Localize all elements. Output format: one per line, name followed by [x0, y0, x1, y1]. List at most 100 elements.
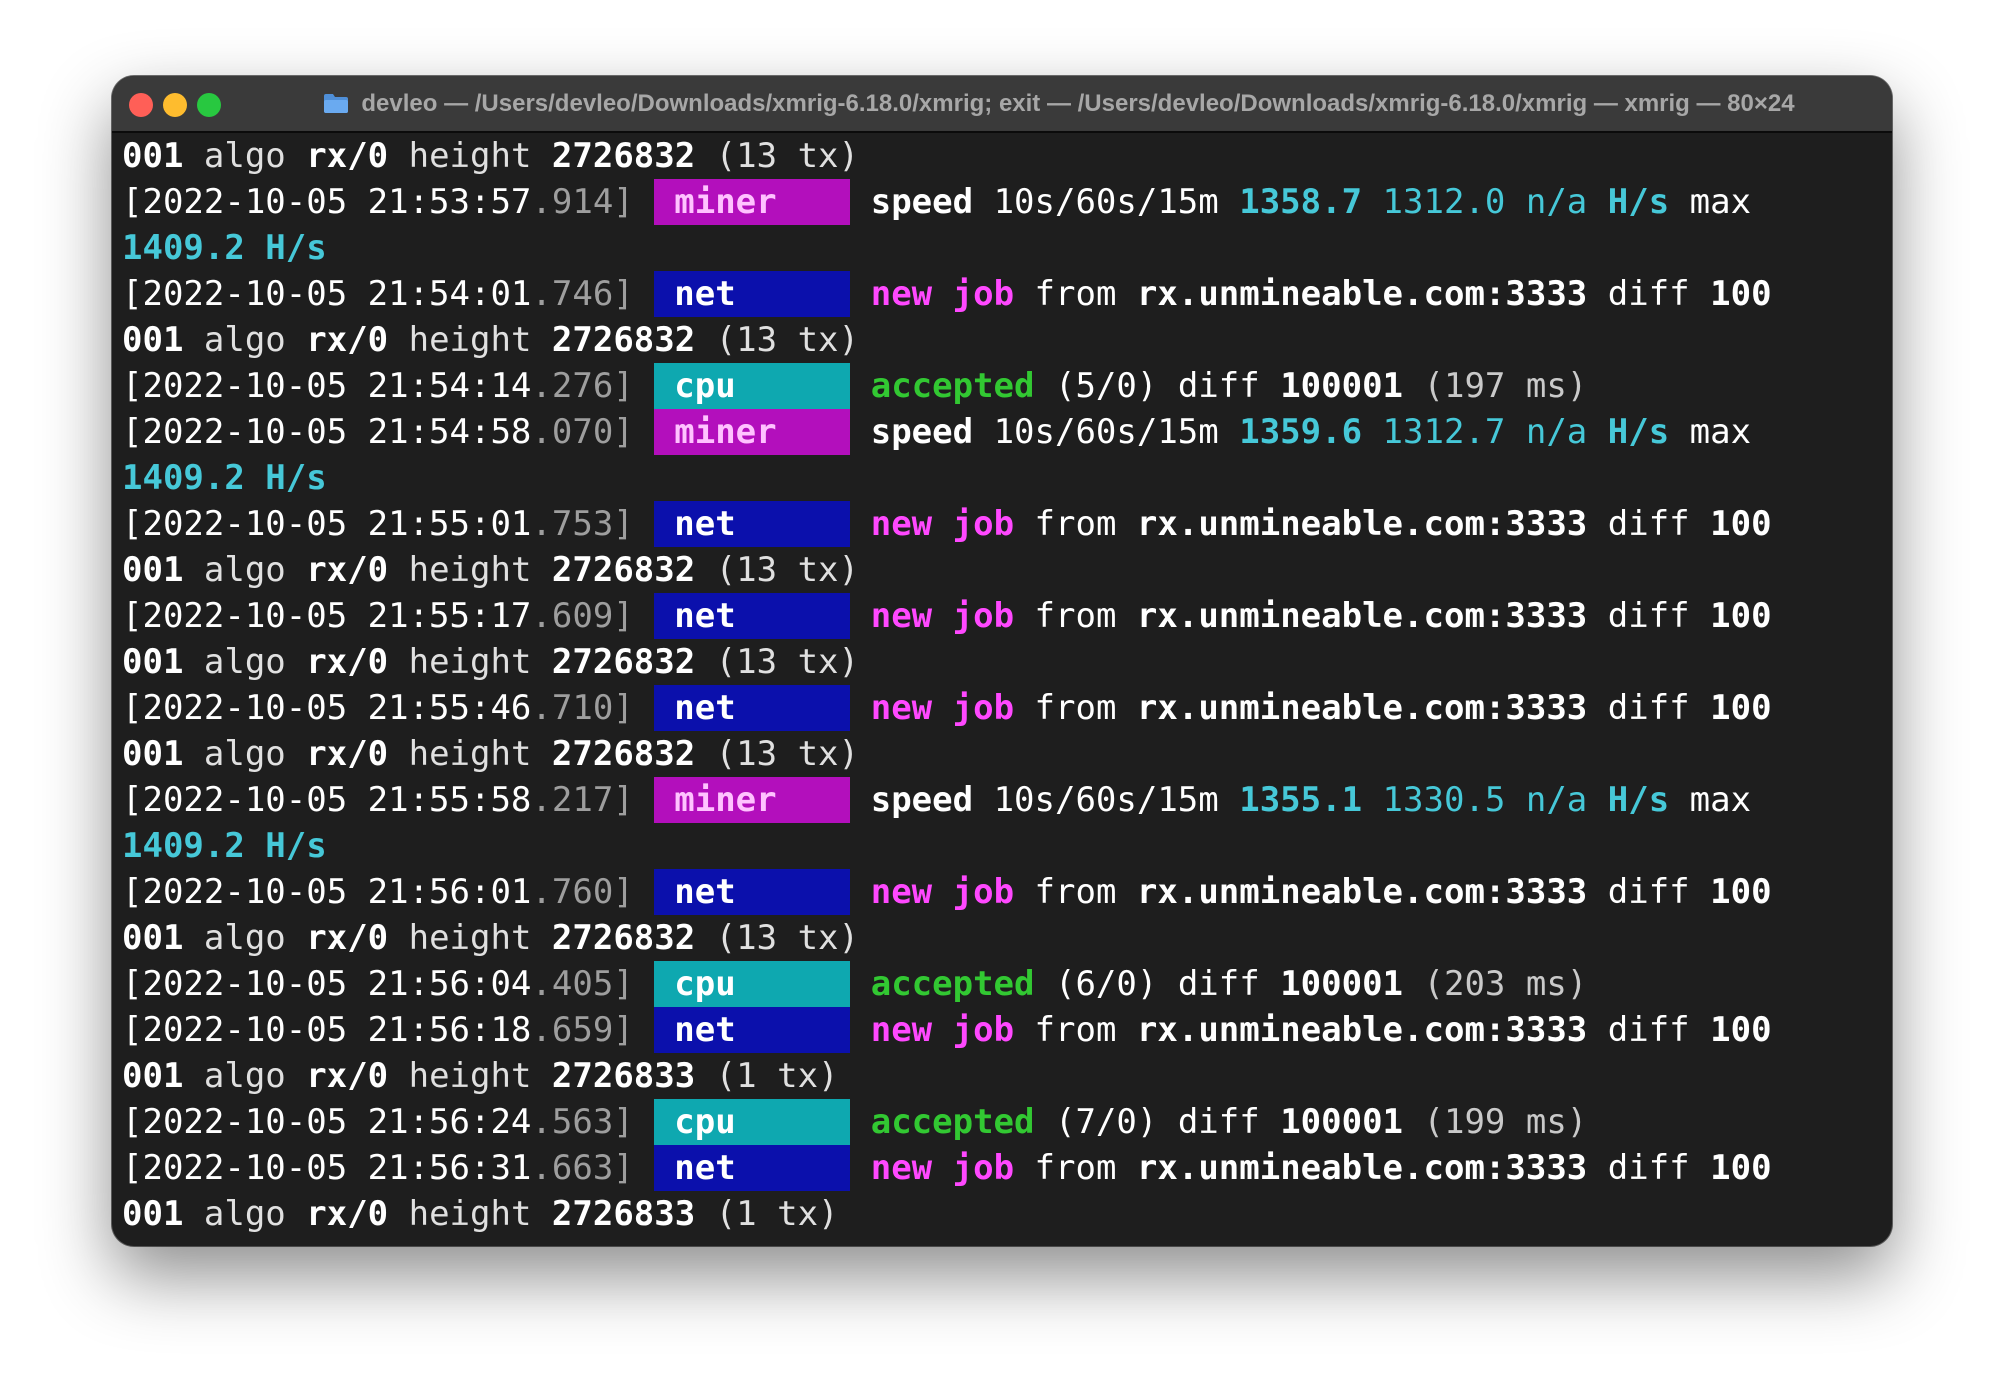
from-label: from [1034, 872, 1117, 912]
log-line: 001 algo rx/0 height 2726832 (13 tx) [122, 639, 1890, 685]
algo-word: 001 [122, 136, 204, 176]
hashrate-60s: 1330.5 [1382, 780, 1506, 820]
log-line: 1409.2 H/s [122, 455, 1890, 501]
algo-word: algo [203, 1056, 307, 1096]
log-line: [2022-10-05 21:54:14.276] cpu accepted (… [122, 363, 1890, 409]
log-line: [2022-10-05 21:55:01.753] net new job fr… [122, 501, 1890, 547]
algo-word: 2726832 [551, 642, 716, 682]
accepted-label: accepted [870, 366, 1035, 406]
close-button[interactable] [129, 93, 153, 117]
from-label: from [1034, 274, 1117, 314]
terminal-output[interactable]: 001 algo rx/0 height 2726832 (13 tx) [202… [122, 133, 1890, 1241]
algo-word: tx) [797, 918, 859, 958]
diff-value: 100001 [1280, 1102, 1404, 1142]
log-line: [2022-10-05 21:55:58.217] miner speed 10… [122, 777, 1890, 823]
log-timestamp: [2022-10-05 21:55:17 [122, 596, 532, 636]
diff-value: 100 [1710, 504, 1772, 544]
log-line: 001 algo rx/0 height 2726833 (1 tx) [122, 1191, 1890, 1237]
algo-word: 001 [122, 918, 204, 958]
algo-word: 2726833 [551, 1194, 716, 1234]
log-line: [2022-10-05 21:54:01.746] net new job fr… [122, 271, 1890, 317]
log-line: [2022-10-05 21:56:31.663] net new job fr… [122, 1145, 1890, 1191]
log-timestamp-ms: .760] [531, 872, 634, 912]
job-label: job [952, 504, 1015, 544]
accepted-label: accepted [870, 1102, 1035, 1142]
diff-label: diff [1177, 366, 1260, 406]
minimize-button[interactable] [163, 93, 187, 117]
new-label: new [870, 688, 933, 728]
log-tag-net: net [654, 271, 851, 317]
algo-word: tx) [797, 642, 859, 682]
max-hashrate-continued: 1409.2 H/s [122, 458, 327, 498]
log-timestamp-ms: .746] [531, 274, 634, 314]
log-tag-cpu: cpu [654, 1099, 851, 1145]
log-timestamp: [2022-10-05 21:56:18 [122, 1010, 532, 1050]
from-label: from [1034, 1010, 1117, 1050]
algo-word: tx) [777, 1194, 839, 1234]
algo-word: rx/0 [306, 1194, 409, 1234]
terminal-window: devleo — /Users/devleo/Downloads/xmrig-6… [112, 76, 1892, 1246]
algo-word: height [408, 320, 552, 360]
log-timestamp-ms: .217] [531, 780, 634, 820]
algo-line-text: 001 algo rx/0 height 2726833 (1 tx) [122, 1194, 839, 1234]
job-label: job [952, 1010, 1015, 1050]
algo-word: algo [203, 734, 307, 774]
new-label: new [870, 504, 933, 544]
log-tag-net: net [654, 1007, 851, 1053]
title-bar[interactable]: devleo — /Users/devleo/Downloads/xmrig-6… [112, 76, 1892, 133]
log-timestamp-ms: .276] [531, 366, 634, 406]
pool-address: rx.unmineable.com:3333 [1136, 1010, 1588, 1050]
algo-word: 001 [122, 642, 204, 682]
algo-word: tx) [797, 550, 859, 590]
diff-value: 100 [1710, 872, 1772, 912]
log-timestamp-ms: .070] [531, 412, 634, 452]
hashrate-unit: H/s [1607, 412, 1670, 452]
zoom-button[interactable] [197, 93, 221, 117]
log-tag-miner: miner [654, 777, 851, 823]
diff-value: 100 [1710, 1010, 1772, 1050]
algo-word: height [408, 1194, 552, 1234]
log-line: 001 algo rx/0 height 2726832 (13 tx) [122, 133, 1890, 179]
algo-word: tx) [797, 136, 859, 176]
algo-word: height [408, 550, 552, 590]
log-line: 001 algo rx/0 height 2726833 (1 tx) [122, 1053, 1890, 1099]
algo-word: 001 [122, 734, 204, 774]
log-line: 001 algo rx/0 height 2726832 (13 tx) [122, 731, 1890, 777]
job-label: job [952, 1148, 1015, 1188]
log-line: [2022-10-05 21:56:24.563] cpu accepted (… [122, 1099, 1890, 1145]
log-line: 1409.2 H/s [122, 225, 1890, 271]
hashrate-10s: 1355.1 [1239, 780, 1363, 820]
diff-value: 100 [1710, 688, 1772, 728]
pool-address: rx.unmineable.com:3333 [1136, 504, 1588, 544]
log-timestamp: [2022-10-05 21:55:01 [122, 504, 532, 544]
diff-label: diff [1607, 1010, 1690, 1050]
algo-word: (13 [715, 136, 798, 176]
log-timestamp: [2022-10-05 21:54:01 [122, 274, 532, 314]
algo-word: rx/0 [306, 320, 409, 360]
speed-windows: 10s/60s/15m [993, 412, 1219, 452]
new-label: new [870, 1010, 933, 1050]
log-line: 1409.2 H/s [122, 823, 1890, 869]
job-label: job [952, 274, 1015, 314]
log-timestamp-ms: .609] [531, 596, 634, 636]
algo-word: rx/0 [306, 136, 409, 176]
algo-word: 2726832 [551, 550, 716, 590]
algo-line-text: 001 algo rx/0 height 2726832 (13 tx) [122, 918, 859, 958]
algo-word: height [408, 136, 552, 176]
algo-word: 001 [122, 320, 204, 360]
log-timestamp: [2022-10-05 21:56:04 [122, 964, 532, 1004]
algo-word: tx) [797, 320, 859, 360]
pool-address: rx.unmineable.com:3333 [1136, 688, 1588, 728]
diff-label: diff [1177, 1102, 1260, 1142]
window-title: devleo — /Users/devleo/Downloads/xmrig-6… [361, 89, 1795, 117]
share-count: (7/0) [1054, 1102, 1158, 1142]
pool-address: rx.unmineable.com:3333 [1136, 872, 1588, 912]
log-tag-net: net [654, 593, 851, 639]
job-label: job [952, 688, 1015, 728]
log-tag-net: net [654, 501, 851, 547]
max-hashrate-continued: 1409.2 H/s [122, 228, 327, 268]
new-label: new [870, 872, 933, 912]
algo-word: 2726832 [551, 918, 716, 958]
log-tag-cpu: cpu [654, 961, 851, 1007]
algo-word: tx) [777, 1056, 839, 1096]
